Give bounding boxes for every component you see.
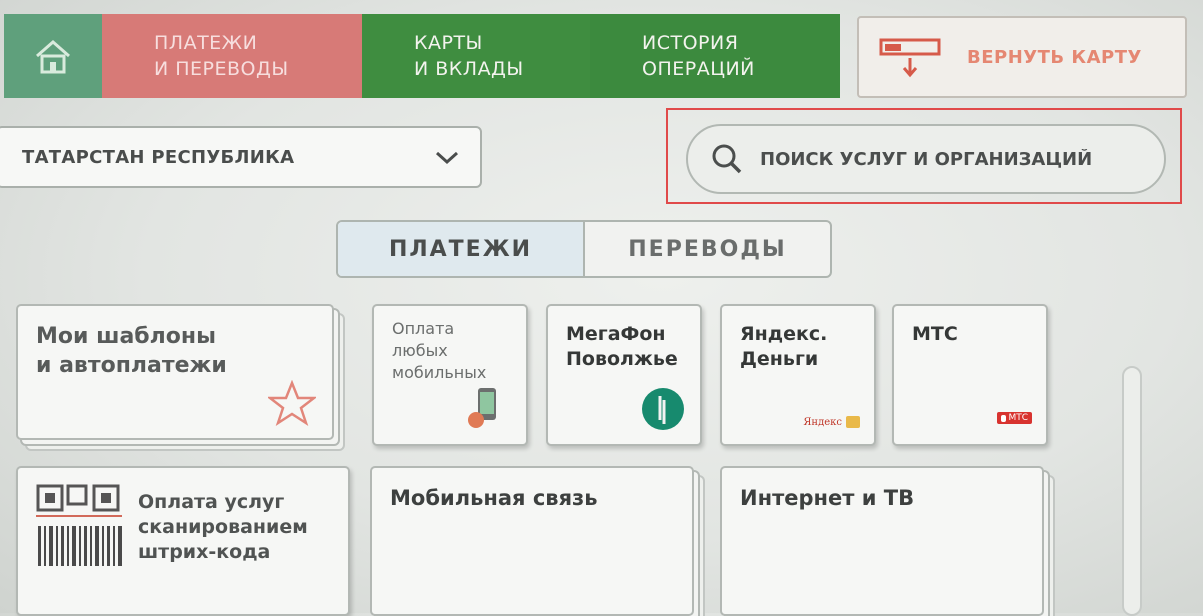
scrollbar[interactable] [1122,366,1142,616]
tab-history[interactable]: ИСТОРИЯ ОПЕРАЦИЙ [590,14,840,98]
segment-payments[interactable]: ПЛАТЕЖИ [338,222,585,276]
tile-label: МТС [912,323,958,345]
tile-megafon[interactable]: МегаФон Поволжье [546,304,702,446]
tab-payments-transfers[interactable]: ПЛАТЕЖИ И ПЕРЕВОДЫ [102,14,362,98]
tile-barcode-payment[interactable]: Оплата услуг сканированием штрих-кода [16,466,350,616]
megafon-logo-icon [642,388,684,430]
tab-label: ИСТОРИЯ ОПЕРАЦИЙ [642,32,755,80]
region-select[interactable]: ТАТАРСТАН РЕСПУБЛИКА [0,126,482,188]
search-input[interactable] [758,147,1162,171]
search-icon [712,144,742,174]
mts-logo-text: МТС [1008,413,1028,423]
mts-logo-icon: МТС [997,412,1032,424]
tab-label: ПЛАТЕЖИ И ПЕРЕВОДЫ [154,32,289,80]
tile-mts[interactable]: МТС МТС [892,304,1048,446]
tab-cards-deposits[interactable]: КАРТЫ И ВКЛАДЫ [362,14,590,98]
tile-mobile-connection[interactable]: Мобильная связь [370,466,694,616]
tile-label: Оплата любых мобильных [392,319,487,382]
card-return-icon [879,38,941,78]
tile-label: Мобильная связь [390,486,598,510]
payments-transfers-switch: ПЛАТЕЖИ ПЕРЕВОДЫ [336,220,832,278]
home-button[interactable] [4,14,102,98]
home-icon [36,40,70,74]
segment-transfers[interactable]: ПЕРЕВОДЫ [585,222,830,276]
tile-yandex-money[interactable]: Яндекс. Деньги Яндекс [720,304,876,446]
tile-label: Интернет и ТВ [740,486,915,510]
tile-label: МегаФон Поволжье [566,323,678,370]
tile-internet-tv[interactable]: Интернет и ТВ [720,466,1044,616]
phone-icon [468,388,496,428]
return-card-button[interactable]: ВЕРНУТЬ КАРТУ [857,16,1187,98]
star-icon [268,380,316,426]
barcode-icon [36,484,122,566]
tile-label: Оплата услуг сканированием штрих-кода [138,491,308,563]
yandex-money-logo-icon: Яндекс [803,416,860,428]
search-field[interactable] [686,124,1166,194]
tile-any-mobile[interactable]: Оплата любых мобильных [372,304,528,446]
tile-templates[interactable]: Мои шаблоны и автоплатежи [16,304,334,440]
tile-label: Яндекс. Деньги [740,323,828,370]
yandex-logo-text: Яндекс [803,416,842,428]
tab-label: КАРТЫ И ВКЛАДЫ [414,32,524,80]
return-card-label: ВЕРНУТЬ КАРТУ [967,46,1142,68]
chevron-down-icon [435,151,459,165]
region-value: ТАТАРСТАН РЕСПУБЛИКА [22,146,295,168]
tile-label: Мои шаблоны и автоплатежи [36,324,227,378]
